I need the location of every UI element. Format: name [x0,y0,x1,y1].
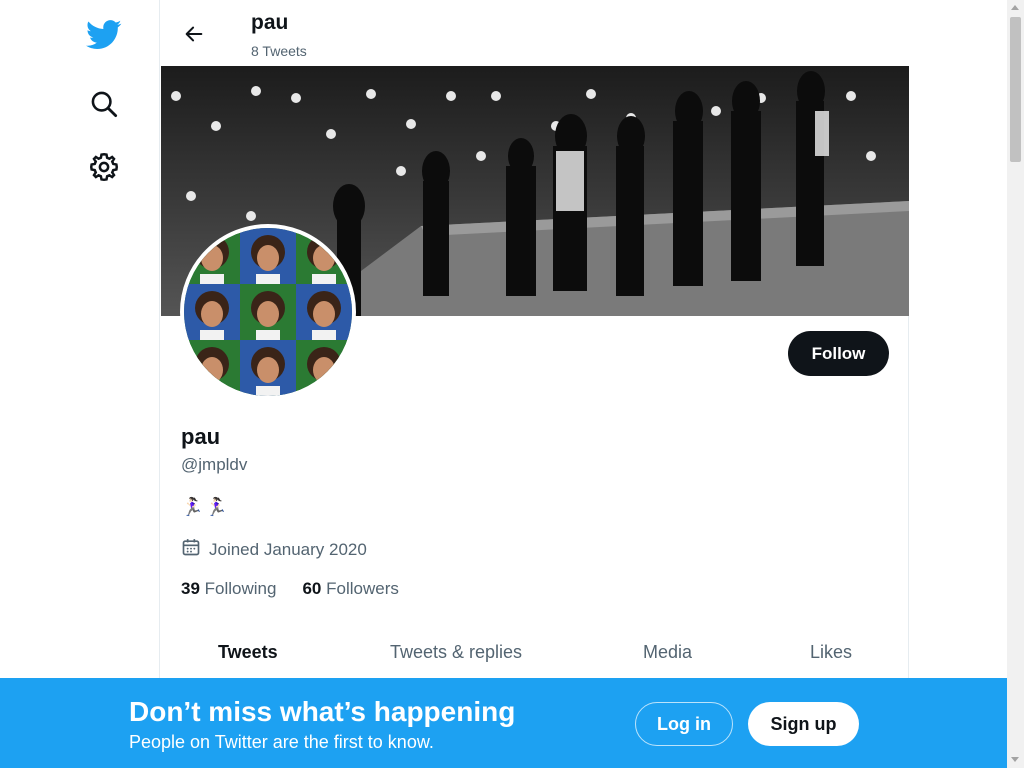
profile-bio: 🏃🏻‍♀️🏃🏻‍♀️ [181,497,230,517]
following-label: Following [204,579,277,598]
header-tweet-count: 8 Tweets [251,43,307,59]
followers-link[interactable]: 60 Followers [302,579,398,599]
left-nav [0,0,160,768]
follow-stats: 39 Following 60 Followers [181,579,399,599]
profile-column: pau 8 Tweets [159,0,910,768]
signup-banner: Don’t miss what’s happening People on Tw… [0,678,1007,768]
joined-text: Joined January 2020 [209,539,367,559]
scroll-thumb[interactable] [1010,17,1021,162]
followers-label: Followers [326,579,399,598]
follow-button[interactable]: Follow [788,331,889,376]
scroll-down-arrow-icon[interactable] [1011,757,1019,762]
twitter-bird-icon[interactable] [86,17,122,53]
tab-likes[interactable]: Likes [810,642,852,663]
calendar-icon [181,537,201,562]
login-button[interactable]: Log in [635,702,733,746]
tab-tweets-replies[interactable]: Tweets & replies [390,642,522,663]
joined-date: Joined January 2020 [181,537,367,562]
tab-tweets[interactable]: Tweets [218,642,278,663]
page-scrollbar[interactable] [1007,0,1024,768]
profile-tabs: Tweets Tweets & replies Media Likes [161,630,909,678]
banner-title: Don’t miss what’s happening [129,696,516,727]
profile-handle: @jmpldv [181,455,248,474]
avatar[interactable] [180,224,356,400]
tab-media[interactable]: Media [643,642,692,663]
gear-icon[interactable] [86,149,122,185]
profile-name: pau [181,424,221,449]
following-count: 39 [181,579,200,598]
signup-button[interactable]: Sign up [748,702,859,746]
following-link[interactable]: 39 Following [181,579,276,599]
banner-subtitle: People on Twitter are the first to know. [129,732,434,752]
header-name: pau [251,11,289,34]
profile-header-bar: pau 8 Tweets [160,0,910,66]
arrow-left-icon[interactable] [178,18,210,50]
followers-count: 60 [302,579,322,598]
scroll-up-arrow-icon[interactable] [1011,5,1019,10]
search-icon[interactable] [86,86,122,122]
